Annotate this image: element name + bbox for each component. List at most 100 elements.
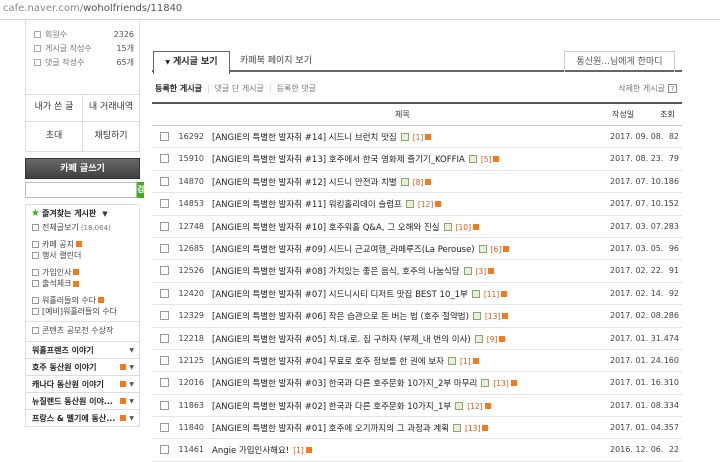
new-badge-icon	[472, 357, 479, 364]
row-checkbox[interactable]	[160, 132, 169, 141]
comment-count[interactable]: [9]	[487, 335, 498, 344]
post-title[interactable]: [ANGIE의 특별한 발자취 #09] 시드니 근교여행_라페루즈(La Pe…	[212, 243, 510, 255]
row-checkbox[interactable]	[160, 400, 169, 410]
menu-calendar[interactable]: 행사 캘린더	[26, 250, 139, 262]
comment-count[interactable]: [10]	[456, 223, 471, 232]
comment-count[interactable]: [11]	[484, 290, 499, 299]
comment-count[interactable]: [12]	[418, 200, 433, 209]
post-title[interactable]: [ANGIE의 특별한 발자취 #10] 호주워홀 Q&A, 그 오해와 진실 […	[212, 221, 480, 233]
post-title[interactable]: [ANGIE의 특별한 발자취 #14] 시드니 브런치 맛집 [1]	[212, 131, 432, 143]
post-title[interactable]: [ANGIE의 특별한 발자취 #06] 작은 습관으로 돈 버는 법 (호주 …	[212, 310, 509, 322]
table-row[interactable]: 12748 [ANGIE의 특별한 발자취 #10] 호주워홀 Q&A, 그 오해…	[152, 216, 682, 238]
post-title[interactable]: Angie 가입인사해요! [1]	[212, 444, 312, 456]
address-bar[interactable]: cafe.naver.com/woholfriends/11840	[0, 0, 720, 20]
board-icon	[32, 326, 39, 334]
filter-deleted[interactable]: 삭제한 게시글	[618, 83, 665, 94]
menu-greetings[interactable]: 가입인사	[26, 267, 139, 279]
post-date: 2017. 01. 04.	[610, 423, 664, 433]
row-checkbox[interactable]	[160, 288, 169, 298]
post-title[interactable]: [ANGIE의 특별한 발자취 #03] 한국과 다른 호주문화 10가지_2부…	[212, 377, 517, 389]
table-row[interactable]: 12218 [ANGIE의 특별한 발자취 #05] 치.대.로. 집 구하자 (…	[152, 328, 682, 350]
post-title[interactable]: [ANGIE의 특별한 발자취 #08] 가치있는 좋은 음식, 호주의 나눔식…	[212, 265, 495, 277]
post-title[interactable]: [ANGIE의 특별한 발자취 #02] 한국과 다른 호주문화 10가지_1부…	[212, 400, 491, 412]
row-checkbox[interactable]	[160, 423, 169, 433]
table-row[interactable]: 11461 Angie 가입인사해요! [1] 2016. 12. 06. 22	[152, 439, 682, 462]
row-checkbox[interactable]	[160, 154, 169, 164]
category-canada[interactable]: 캐나다 동산원 이야기 ▼	[26, 375, 139, 392]
url-prefix: cafe.naver.com/	[3, 3, 84, 14]
table-row[interactable]: 12526 [ANGIE의 특별한 발자취 #08] 가치있는 좋은 음식, 호주…	[152, 260, 682, 283]
comment-count[interactable]: [12]	[467, 402, 482, 411]
category-france-belgium[interactable]: 프랑스 & 벨기에 동산... ▼	[26, 409, 139, 426]
chat-button[interactable]: 채팅하기	[82, 122, 139, 151]
row-checkbox[interactable]	[160, 199, 169, 209]
my-posts-link[interactable]: 내가 쓴 글	[26, 95, 82, 121]
table-row[interactable]: 14853 [ANGIE의 특별한 발자취 #11] 워킹홀리데이 슬럼프 [12]…	[152, 193, 682, 216]
category-australia[interactable]: 호주 동산원 이야기 ▼	[26, 358, 139, 375]
post-title[interactable]: [ANGIE의 특별한 발자취 #07] 시드니시티 디저트 맛집 BEST 1…	[212, 288, 508, 300]
row-checkbox[interactable]	[160, 243, 169, 253]
comment-count[interactable]: [6]	[491, 245, 502, 254]
row-checkbox[interactable]	[160, 355, 169, 365]
filter-my-posts[interactable]: 등록한 게시글	[155, 83, 202, 94]
comment-count[interactable]: [1]	[413, 133, 424, 142]
post-title[interactable]: [ANGIE의 특별한 발자취 #01] 호주에 오기까지의 그 과정과 계획 […	[212, 422, 489, 434]
row-checkbox[interactable]	[160, 221, 169, 231]
row-checkbox[interactable]	[160, 176, 169, 186]
post-title[interactable]: [ANGIE의 특별한 발자취 #05] 치.대.로. 집 구하자 (부제_내 …	[212, 333, 506, 345]
table-row[interactable]: 12329 [ANGIE의 특별한 발자취 #06] 작은 습관으로 돈 버는 법…	[152, 305, 682, 328]
menu-all-posts[interactable]: 전체글보기 (18,064)	[26, 222, 139, 234]
comment-count[interactable]: [3]	[476, 267, 487, 276]
menu-chatter[interactable]: 워홀러들의 수다	[26, 295, 139, 307]
my-trades-link[interactable]: 내 거래내역	[82, 95, 139, 121]
menu-attendance[interactable]: 출석체크	[26, 278, 139, 290]
filter-commented[interactable]: 댓글 단 게시글	[215, 83, 264, 94]
favorites-header[interactable]: ★ 즐겨찾는 게시판 ▼	[26, 205, 139, 222]
comment-count[interactable]: [13]	[493, 379, 508, 388]
tab-cafebook[interactable]: 카페북 페이지 보기	[234, 51, 318, 72]
post-title[interactable]: [ANGIE의 특별한 발자취 #13] 호주에서 한국 영화제 즐기기_KOF…	[212, 153, 500, 165]
row-checkbox[interactable]	[160, 445, 169, 455]
category-woholfriends[interactable]: 워홀프렌즈 이야기 ▼	[26, 341, 139, 358]
row-checkbox[interactable]	[160, 378, 169, 388]
category-newzealand[interactable]: 뉴질랜드 동산원 이야... ▼	[26, 392, 139, 409]
table-row[interactable]: 11840 [ANGIE의 특별한 발자취 #01] 호주에 오기까지의 그 과정…	[152, 417, 682, 440]
comment-count[interactable]: [1]	[293, 446, 304, 455]
comment-count[interactable]: [8]	[413, 178, 424, 187]
post-views: 92	[668, 288, 679, 298]
filter-comments[interactable]: 등록한 댓글	[277, 83, 316, 94]
table-row[interactable]: 16292 [ANGIE의 특별한 발자취 #14] 시드니 브런치 맛집 [1] 2…	[152, 126, 682, 149]
image-attached-icon	[455, 401, 464, 410]
menu-pre-chatter[interactable]: [예비]워홀러들의 수다	[26, 306, 139, 318]
tab-message[interactable]: 통신원...님에게 한마디	[564, 51, 675, 72]
post-title[interactable]: [ANGIE의 특별한 발자취 #04] 무료로 호주 정보를 한 권에 보자 […	[212, 355, 479, 367]
search-button[interactable]: 검색	[137, 182, 145, 210]
cafe-write-button[interactable]: 카페 글쓰기	[25, 158, 140, 179]
post-views: 152	[663, 199, 679, 209]
table-row[interactable]: 12016 [ANGIE의 특별한 발자취 #03] 한국과 다른 호주문화 10…	[152, 372, 682, 395]
comment-count[interactable]: [5]	[481, 155, 492, 164]
menu-contest[interactable]: 콘텐츠 공모전 수상작	[26, 325, 139, 337]
tab-posts[interactable]: ▼ 게시글 보기	[153, 51, 230, 74]
table-row[interactable]: 14870 [ANGIE의 특별한 발자취 #12] 시드니 안전과 치별 [8] 2…	[152, 171, 682, 194]
row-checkbox[interactable]	[160, 311, 169, 321]
table-row[interactable]: 11863 [ANGIE의 특별한 발자취 #02] 한국과 다른 호주문화 10…	[152, 395, 682, 418]
table-row[interactable]: 12420 [ANGIE의 특별한 발자취 #07] 시드니시티 디저트 맛집 B…	[152, 283, 682, 306]
stat-posts: 게시글 작성수 15개	[34, 41, 134, 55]
new-badge-icon	[502, 313, 509, 320]
help-icon[interactable]: ?	[668, 83, 677, 93]
image-attached-icon	[472, 312, 481, 321]
post-title[interactable]: [ANGIE의 특별한 발자취 #12] 시드니 안전과 치별 [8]	[212, 176, 432, 188]
menu-notice[interactable]: 카페 공지	[26, 239, 139, 251]
comment-count[interactable]: [13]	[485, 312, 500, 321]
post-title[interactable]: [ANGIE의 특별한 발자취 #11] 워킹홀리데이 슬럼프 [12]	[212, 198, 442, 210]
table-row[interactable]: 12685 [ANGIE의 특별한 발자취 #09] 시드니 근교여행_라페루즈(…	[152, 238, 682, 261]
table-row[interactable]: 12125 [ANGIE의 특별한 발자취 #04] 무료로 호주 정보를 한 권…	[152, 350, 682, 373]
comment-count[interactable]: [1]	[460, 357, 471, 366]
row-checkbox[interactable]	[160, 266, 169, 276]
table-row[interactable]: 15910 [ANGIE의 특별한 발자취 #13] 호주에서 한국 영화제 즐기…	[152, 148, 682, 171]
comment-count[interactable]: [13]	[465, 424, 480, 433]
cafe-search-input[interactable]	[25, 182, 137, 198]
invite-button[interactable]: 초대	[26, 122, 82, 151]
row-checkbox[interactable]	[160, 333, 169, 343]
